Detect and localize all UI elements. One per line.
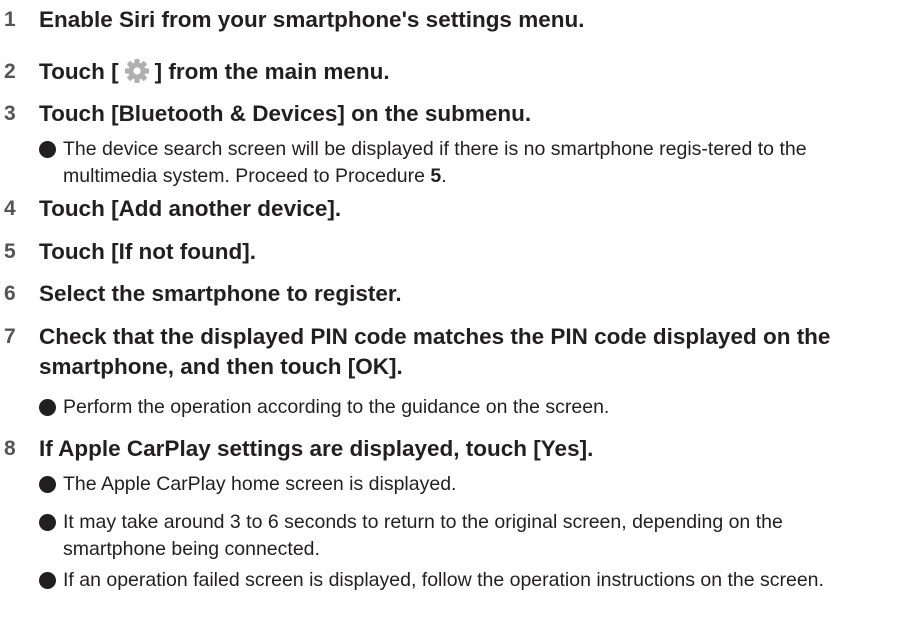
bullet-icon [39, 476, 56, 493]
step-number: 6 [4, 282, 16, 305]
note-text-end: . [441, 165, 447, 187]
bullet-icon [39, 514, 56, 531]
step-text: Touch [Add another device]. [39, 196, 342, 221]
step-text: If Apple CarPlay settings are displayed,… [39, 436, 594, 461]
note-text: Perform the operation according to the g… [63, 396, 610, 418]
bullet-icon [39, 141, 56, 158]
step-number: 5 [4, 240, 16, 263]
instruction-page: 1 Enable Siri from your smartphone's set… [0, 0, 897, 625]
step-text: Enable Siri from your smartphone's setti… [39, 7, 585, 32]
step-text: Touch [If not found]. [39, 239, 257, 264]
step-text: Touch [Bluetooth & Devices] on the subme… [39, 101, 532, 126]
step-number: 1 [4, 8, 16, 31]
bullet-icon [39, 399, 56, 416]
procedure-reference: 5 [430, 165, 442, 187]
step-number: 7 [4, 325, 16, 348]
step-text: Select the smartphone to register. [39, 281, 402, 306]
step-text: Check that the displayed PIN code matche… [39, 324, 831, 379]
settings-gear-icon [122, 57, 151, 85]
bullet-icon [39, 572, 56, 589]
step-number: 4 [4, 197, 16, 220]
step-text: Touch [ ] from the main menu. [39, 57, 390, 87]
step-text-before: Touch [ [39, 59, 119, 84]
note-text: The device search screen will be display… [63, 136, 853, 190]
step-text-after: ] from the main menu. [154, 59, 390, 84]
step-number: 2 [4, 60, 16, 83]
step-number: 3 [4, 102, 16, 125]
note-text: The Apple CarPlay home screen is display… [63, 473, 457, 495]
note-text: If an operation failed screen is display… [63, 569, 824, 591]
note-text: It may take around 3 to 6 seconds to ret… [63, 511, 783, 560]
step-number: 8 [4, 437, 16, 460]
